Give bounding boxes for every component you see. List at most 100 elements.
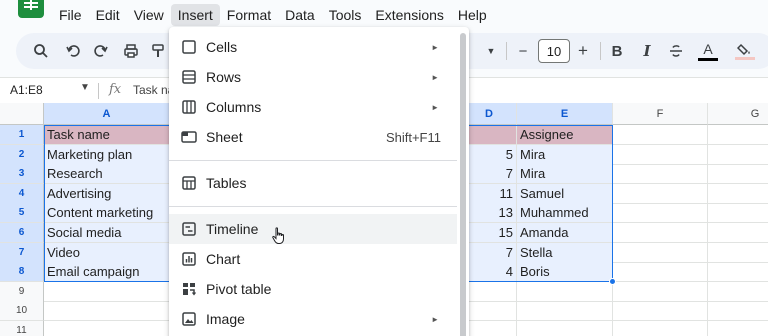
menu-view[interactable]: View bbox=[127, 4, 171, 26]
cell-g5[interactable] bbox=[708, 203, 768, 224]
cell-f3[interactable] bbox=[613, 164, 708, 185]
name-box[interactable]: A1:E8 bbox=[10, 83, 43, 97]
cell-g9[interactable] bbox=[708, 282, 768, 302]
column-header-f[interactable]: F bbox=[613, 103, 708, 125]
cell-e6[interactable]: Amanda bbox=[517, 223, 613, 243]
column-header-d[interactable]: D bbox=[462, 103, 517, 125]
cell-f7[interactable] bbox=[613, 242, 708, 263]
italic-icon[interactable]: I bbox=[638, 33, 656, 69]
cell-d5[interactable]: 13 bbox=[462, 203, 517, 224]
undo-icon[interactable] bbox=[62, 33, 84, 69]
cell-f1[interactable] bbox=[613, 125, 708, 145]
cell-d10[interactable] bbox=[462, 301, 517, 322]
cell-e4[interactable]: Samuel bbox=[517, 183, 613, 204]
cell-d4[interactable]: 11 bbox=[462, 183, 517, 204]
cell-g1[interactable] bbox=[708, 125, 768, 145]
cell-a6[interactable]: Social media bbox=[44, 223, 170, 243]
cell-g3[interactable] bbox=[708, 164, 768, 185]
insert-menu-item-pivot-table[interactable]: Pivot table bbox=[169, 274, 457, 304]
name-box-dropdown-icon[interactable]: ▼ bbox=[80, 82, 90, 93]
cell-e9[interactable] bbox=[517, 281, 613, 302]
cell-g2[interactable] bbox=[708, 145, 768, 165]
cell-d1[interactable] bbox=[462, 125, 517, 145]
minus-icon[interactable]: − bbox=[514, 33, 532, 69]
redo-icon[interactable] bbox=[90, 33, 112, 69]
cell-e10[interactable] bbox=[517, 301, 613, 322]
row-header-8[interactable]: 8 bbox=[0, 262, 44, 283]
insert-menu-item-columns[interactable]: Columns ► bbox=[169, 92, 457, 122]
menu-extensions[interactable]: Extensions bbox=[368, 4, 450, 26]
fill-color-icon[interactable] bbox=[734, 33, 756, 69]
menu-tools[interactable]: Tools bbox=[322, 4, 369, 26]
cell-g10[interactable] bbox=[708, 301, 768, 322]
select-all-corner[interactable] bbox=[0, 103, 44, 125]
cell-a9[interactable] bbox=[44, 281, 170, 302]
cell-e2[interactable]: Mira bbox=[517, 144, 613, 165]
insert-menu-item-tables[interactable]: Tables bbox=[169, 168, 457, 198]
menu-file[interactable]: File bbox=[52, 4, 89, 26]
cell-a1[interactable]: Task name bbox=[44, 125, 170, 145]
cell-g7[interactable] bbox=[708, 243, 768, 263]
cell-d7[interactable]: 7 bbox=[462, 242, 517, 263]
cell-a4[interactable]: Advertising bbox=[44, 183, 170, 204]
font-size-input[interactable]: 10 bbox=[538, 39, 570, 63]
strikethrough-icon[interactable] bbox=[666, 33, 686, 69]
chevron-down-icon[interactable]: ▼ bbox=[484, 33, 498, 69]
cell-e1[interactable]: Assignee bbox=[517, 125, 613, 145]
cell-d8[interactable]: 4 bbox=[462, 262, 517, 283]
sheets-logo-icon[interactable] bbox=[18, 0, 44, 18]
cell-f8[interactable] bbox=[613, 262, 708, 283]
cell-d3[interactable]: 7 bbox=[462, 164, 517, 185]
cell-e8[interactable]: Boris bbox=[517, 262, 613, 283]
cell-f10[interactable] bbox=[613, 301, 708, 322]
cell-a7[interactable]: Video bbox=[44, 242, 170, 263]
row-header-11[interactable]: 11 bbox=[0, 321, 44, 336]
print-icon[interactable] bbox=[120, 33, 142, 69]
cell-a3[interactable]: Research bbox=[44, 164, 170, 185]
cell-f11[interactable] bbox=[613, 321, 708, 336]
cell-d9[interactable] bbox=[462, 281, 517, 302]
cell-g4[interactable] bbox=[708, 184, 768, 204]
cell-a8[interactable]: Email campaign bbox=[44, 262, 170, 283]
cell-d6[interactable]: 15 bbox=[462, 223, 517, 243]
row-header-1[interactable]: 1 bbox=[0, 125, 44, 145]
text-color-icon[interactable]: A bbox=[698, 33, 718, 69]
cell-d11[interactable] bbox=[462, 321, 517, 336]
cell-e7[interactable]: Stella bbox=[517, 242, 613, 263]
cell-f9[interactable] bbox=[613, 281, 708, 302]
cell-e11[interactable] bbox=[517, 321, 613, 336]
insert-menu-item-cells[interactable]: Cells ► bbox=[169, 32, 457, 62]
insert-menu-item-chart[interactable]: Chart bbox=[169, 244, 457, 274]
row-header-6[interactable]: 6 bbox=[0, 223, 44, 243]
fill-handle[interactable] bbox=[609, 277, 616, 285]
menu-scrollbar[interactable] bbox=[460, 33, 466, 336]
cell-d2[interactable]: 5 bbox=[462, 144, 517, 165]
insert-menu-item-image[interactable]: Image ► bbox=[169, 304, 457, 334]
menu-edit[interactable]: Edit bbox=[89, 4, 127, 26]
cell-g11[interactable] bbox=[708, 321, 768, 336]
row-header-7[interactable]: 7 bbox=[0, 242, 44, 263]
row-header-3[interactable]: 3 bbox=[0, 164, 44, 185]
row-header-10[interactable]: 10 bbox=[0, 301, 44, 322]
column-header-a[interactable]: A bbox=[44, 103, 170, 125]
cell-g6[interactable] bbox=[708, 223, 768, 243]
row-header-9[interactable]: 9 bbox=[0, 281, 44, 302]
cell-a2[interactable]: Marketing plan bbox=[44, 144, 170, 165]
cell-e3[interactable]: Mira bbox=[517, 164, 613, 185]
cell-e5[interactable]: Muhammed bbox=[517, 203, 613, 224]
cell-g8[interactable] bbox=[708, 262, 768, 283]
cell-f5[interactable] bbox=[613, 203, 708, 224]
plus-icon[interactable]: + bbox=[574, 33, 592, 69]
menu-help[interactable]: Help bbox=[451, 4, 494, 26]
search-icon[interactable] bbox=[30, 33, 52, 69]
cell-a11[interactable] bbox=[44, 321, 170, 336]
cell-a5[interactable]: Content marketing bbox=[44, 203, 170, 224]
cell-a10[interactable] bbox=[44, 301, 170, 322]
cell-f2[interactable] bbox=[613, 144, 708, 165]
cell-f4[interactable] bbox=[613, 183, 708, 204]
paint-format-icon[interactable] bbox=[150, 33, 166, 69]
cell-f6[interactable] bbox=[613, 223, 708, 243]
menu-insert[interactable]: Insert bbox=[170, 4, 220, 26]
insert-menu-item-sheet[interactable]: Sheet Shift+F11 bbox=[169, 122, 457, 152]
column-header-e[interactable]: E bbox=[517, 103, 613, 125]
